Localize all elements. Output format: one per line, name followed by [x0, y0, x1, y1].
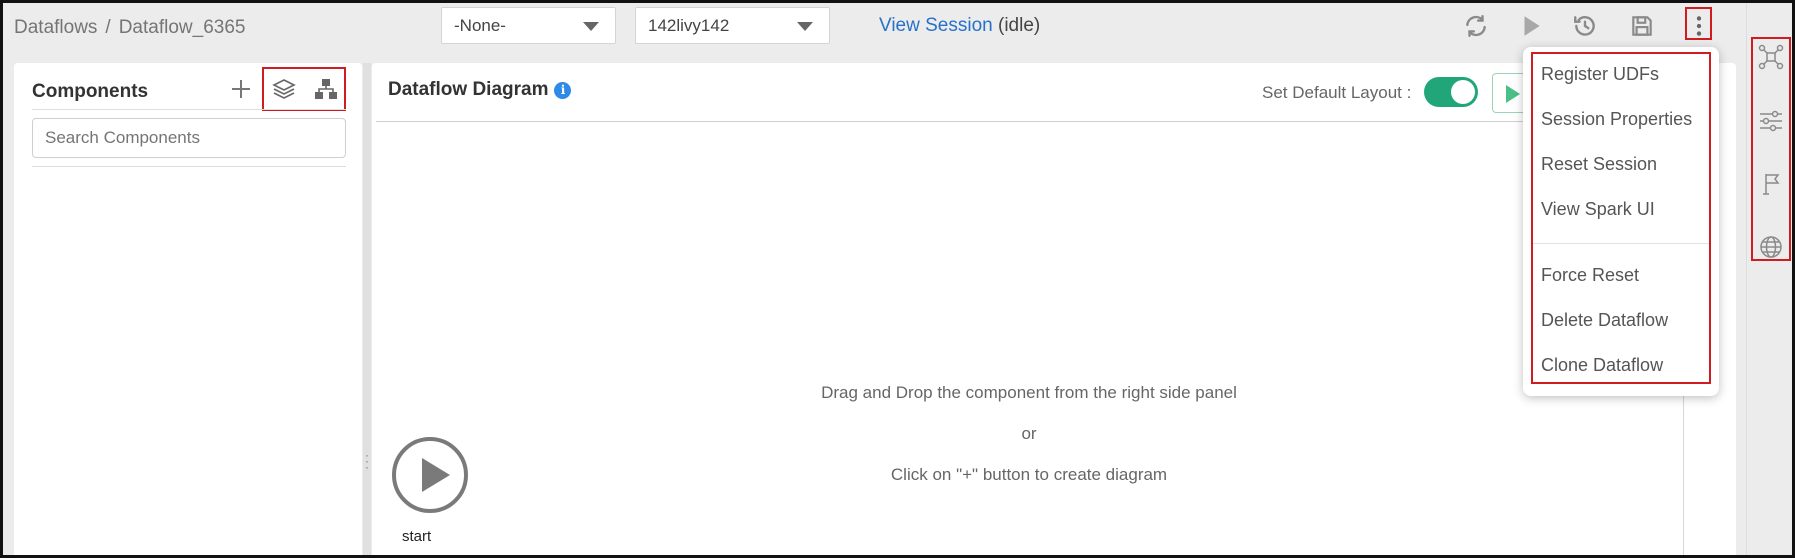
start-node[interactable] — [392, 437, 468, 513]
search-components-input[interactable] — [32, 118, 346, 158]
breadcrumb-separator: / — [105, 17, 111, 38]
diagram-divider — [376, 121, 1684, 122]
settings-rail-icon[interactable] — [1757, 107, 1785, 135]
menu-item-view-spark-ui[interactable]: View Spark UI — [1541, 199, 1655, 220]
save-icon[interactable] — [1627, 11, 1657, 41]
globe-rail-icon[interactable] — [1757, 233, 1785, 261]
diagram-title: Dataflow Diagram i — [388, 79, 572, 101]
history-icon[interactable] — [1570, 11, 1600, 41]
play-icon — [422, 458, 450, 492]
app-frame: Dataflows / Dataflow_6365 -None- 142livy… — [0, 0, 1795, 558]
info-icon[interactable]: i — [554, 81, 572, 99]
panel-splitter[interactable]: · · · — [363, 63, 371, 555]
components-title: Components — [32, 81, 149, 102]
more-options-menu: Register UDFs Session Properties Reset S… — [1523, 47, 1719, 396]
diagram-title-text: Dataflow Diagram — [388, 79, 549, 100]
menu-item-clone-dataflow[interactable]: Clone Dataflow — [1541, 355, 1663, 376]
hint-or: or — [1021, 424, 1037, 443]
livy-select-value: 142livy142 — [648, 16, 730, 35]
template-select[interactable]: -None- — [441, 7, 616, 44]
default-layout-toggle[interactable] — [1424, 77, 1478, 107]
flag-rail-icon[interactable] — [1757, 170, 1785, 198]
panel-divider — [32, 109, 346, 110]
toggle-knob — [1451, 80, 1475, 104]
hint-drag-drop: Drag and Drop the component from the rig… — [821, 383, 1237, 402]
default-layout-label: Set Default Layout : — [1262, 83, 1412, 102]
livy-select[interactable]: 142livy142 — [635, 7, 830, 44]
drag-handle-icon[interactable]: · · · — [365, 449, 369, 473]
chevron-down-icon — [583, 22, 599, 31]
components-rail-icon[interactable] — [1757, 43, 1785, 71]
panel-divider — [32, 166, 346, 167]
refresh-icon[interactable] — [1461, 11, 1491, 41]
template-select-value: -None- — [454, 16, 506, 35]
menu-item-session-properties[interactable]: Session Properties — [1541, 109, 1692, 130]
breadcrumb: Dataflows / Dataflow_6365 — [14, 17, 245, 39]
breadcrumb-root[interactable]: Dataflows — [14, 17, 97, 39]
right-rail — [1746, 3, 1792, 555]
play-icon[interactable] — [1516, 11, 1546, 41]
menu-item-delete-dataflow[interactable]: Delete Dataflow — [1541, 310, 1668, 331]
layers-icon[interactable] — [270, 75, 298, 103]
breadcrumb-current: Dataflow_6365 — [118, 17, 246, 38]
menu-item-force-reset[interactable]: Force Reset — [1541, 265, 1639, 286]
components-panel: Components — [14, 63, 362, 555]
menu-item-register-udfs[interactable]: Register UDFs — [1541, 64, 1659, 85]
session-state: (idle) — [998, 15, 1041, 36]
kebab-highlight — [1685, 7, 1712, 40]
menu-item-reset-session[interactable]: Reset Session — [1541, 154, 1657, 175]
chevron-down-icon — [797, 22, 813, 31]
plus-icon[interactable] — [227, 75, 255, 103]
start-label: start — [402, 528, 432, 545]
hint-click-plus: Click on "+" button to create diagram — [890, 465, 1168, 484]
play-icon — [1506, 85, 1520, 103]
view-session-link[interactable]: View Session — [879, 15, 993, 36]
session-status: View Session (idle) — [879, 15, 1040, 37]
hierarchy-icon[interactable] — [312, 75, 340, 103]
menu-separator — [1533, 243, 1709, 244]
